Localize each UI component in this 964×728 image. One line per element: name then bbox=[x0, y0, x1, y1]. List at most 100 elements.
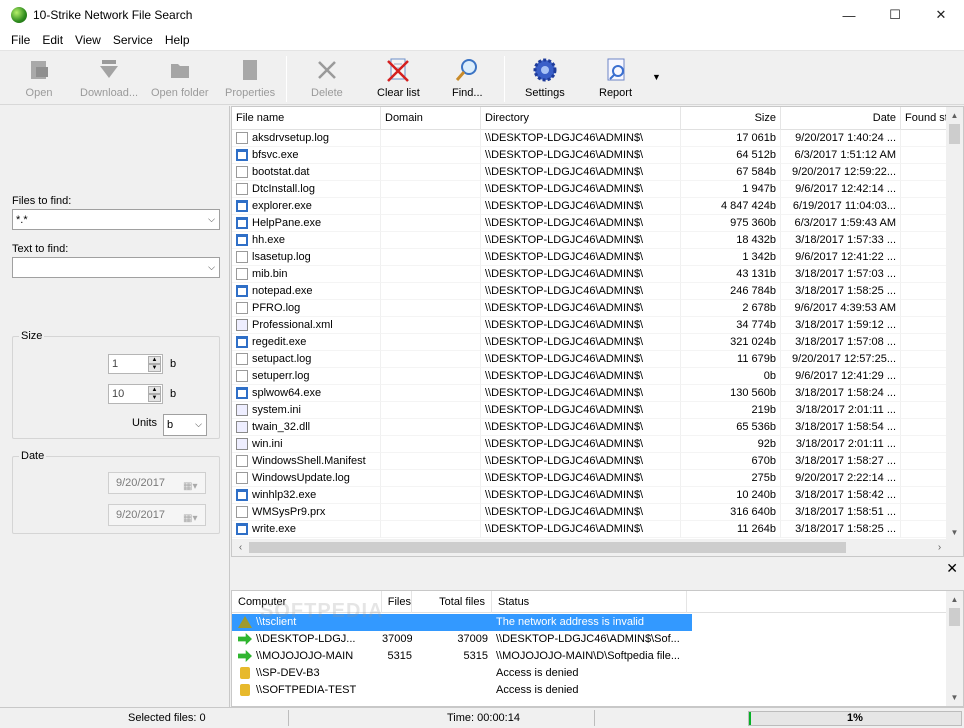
spin-down-icon[interactable]: ▼ bbox=[148, 364, 161, 372]
file-list-vertical-scrollbar[interactable]: ▲ ▼ bbox=[946, 107, 963, 541]
report-dropdown-arrow-icon[interactable]: ▼ bbox=[652, 72, 661, 82]
properties-button[interactable]: Properties bbox=[225, 56, 275, 102]
settings-button[interactable]: Settings bbox=[525, 56, 565, 102]
open-folder-button[interactable]: Open folder bbox=[151, 56, 208, 102]
table-row[interactable]: DtcInstall.log \\DESKTOP-LDGJC46\ADMIN$\ 1… bbox=[232, 181, 948, 198]
table-row[interactable]: PFRO.log \\DESKTOP-LDGJC46\ADMIN$\ 2 678b 9… bbox=[232, 300, 948, 317]
scroll-left-icon[interactable]: ‹ bbox=[232, 539, 249, 556]
menu-view[interactable]: View bbox=[69, 30, 107, 50]
table-row[interactable]: regedit.exe \\DESKTOP-LDGJC46\ADMIN$\ 321 … bbox=[232, 334, 948, 351]
computer-list-vertical-scrollbar[interactable]: ▲ ▼ bbox=[946, 591, 963, 706]
table-row[interactable]: write.exe \\DESKTOP-LDGJC46\ADMIN$\ 11 264… bbox=[232, 521, 948, 538]
column-files[interactable]: Files bbox=[382, 591, 412, 613]
list-item[interactable]: \\MOJOJOJO-MAIN 5315 5315 \\MOJOJOJO-MAIN\D… bbox=[232, 648, 692, 665]
spin-up-icon[interactable]: ▲ bbox=[148, 356, 161, 364]
file-list-horizontal-scrollbar[interactable]: ‹ › bbox=[232, 539, 948, 556]
table-row[interactable]: HelpPane.exe \\DESKTOP-LDGJC46\ADMIN$\ 975… bbox=[232, 215, 948, 232]
menu-bar: File Edit View Service Help bbox=[0, 30, 964, 51]
size-cell: 316 640b bbox=[681, 504, 781, 521]
table-row[interactable]: notepad.exe \\DESKTOP-LDGJC46\ADMIN$\ 246 … bbox=[232, 283, 948, 300]
scroll-up-icon[interactable]: ▲ bbox=[946, 107, 963, 124]
list-item[interactable]: \\SP-DEV-B3 Access is denied bbox=[232, 665, 692, 682]
domain-cell bbox=[381, 368, 481, 385]
minimize-button[interactable]: — bbox=[826, 0, 872, 30]
clear-list-button[interactable]: Clear list bbox=[377, 56, 420, 102]
table-row[interactable]: setuperr.log \\DESKTOP-LDGJC46\ADMIN$\ 0b 9… bbox=[232, 368, 948, 385]
spin-down-icon[interactable]: ▼ bbox=[148, 394, 161, 402]
table-row[interactable]: WindowsUpdate.log \\DESKTOP-LDGJC46\ADMIN… bbox=[232, 470, 948, 487]
menu-edit[interactable]: Edit bbox=[36, 30, 69, 50]
scroll-thumb[interactable] bbox=[249, 542, 846, 553]
column-status[interactable]: Status bbox=[492, 591, 687, 613]
directory-cell: \\DESKTOP-LDGJC46\ADMIN$\ bbox=[481, 487, 681, 504]
directory-cell: \\DESKTOP-LDGJC46\ADMIN$\ bbox=[481, 521, 681, 538]
found-string-cell bbox=[901, 385, 948, 402]
menu-file[interactable]: File bbox=[5, 30, 36, 50]
date-from-picker[interactable]: 9/20/2017 ▦▾ bbox=[108, 472, 206, 494]
table-row[interactable]: system.ini \\DESKTOP-LDGJC46\ADMIN$\ 219b 3… bbox=[232, 402, 948, 419]
domain-cell bbox=[381, 198, 481, 215]
scroll-thumb[interactable] bbox=[949, 124, 960, 144]
column-directory[interactable]: Directory bbox=[481, 107, 681, 130]
column-size[interactable]: Size bbox=[681, 107, 781, 130]
units-select[interactable]: b ⌵ bbox=[163, 414, 207, 436]
table-row[interactable]: mib.bin \\DESKTOP-LDGJC46\ADMIN$\ 43 131b 3… bbox=[232, 266, 948, 283]
window-title: 10-Strike Network File Search bbox=[33, 8, 193, 22]
table-row[interactable]: twain_32.dll \\DESKTOP-LDGJC46\ADMIN$\ 65 … bbox=[232, 419, 948, 436]
date-cell: 3/18/2017 1:58:24 ... bbox=[781, 385, 901, 402]
found-string-cell bbox=[901, 521, 948, 538]
date-cell: 9/20/2017 2:22:14 ... bbox=[781, 470, 901, 487]
table-row[interactable]: WindowsShell.Manifest \\DESKTOP-LDGJC46\A… bbox=[232, 453, 948, 470]
date-cell: 9/6/2017 12:41:29 ... bbox=[781, 368, 901, 385]
directory-cell: \\DESKTOP-LDGJC46\ADMIN$\ bbox=[481, 419, 681, 436]
gear-icon bbox=[531, 56, 559, 84]
date-to-picker[interactable]: 9/20/2017 ▦▾ bbox=[108, 504, 206, 526]
files-to-find-combo[interactable]: *.* ⌵ bbox=[12, 209, 220, 230]
size-max-spinner[interactable]: 10 ▲ ▼ bbox=[108, 384, 163, 404]
menu-service[interactable]: Service bbox=[107, 30, 159, 50]
delete-button[interactable]: Delete bbox=[311, 56, 343, 102]
found-string-cell bbox=[901, 453, 948, 470]
column-file-name[interactable]: File name bbox=[232, 107, 381, 130]
table-row[interactable]: splwow64.exe \\DESKTOP-LDGJC46\ADMIN$\ 130… bbox=[232, 385, 948, 402]
status-divider bbox=[288, 710, 289, 726]
file-name-cell: DtcInstall.log bbox=[232, 181, 381, 198]
size-min-spinner[interactable]: 1 ▲ ▼ bbox=[108, 354, 163, 374]
menu-help[interactable]: Help bbox=[159, 30, 196, 50]
table-row[interactable]: hh.exe \\DESKTOP-LDGJC46\ADMIN$\ 18 432b 3/… bbox=[232, 232, 948, 249]
list-item[interactable]: \\SOFTPEDIA-TEST Access is denied bbox=[232, 682, 692, 699]
table-row[interactable]: winhlp32.exe \\DESKTOP-LDGJC46\ADMIN$\ 10 … bbox=[232, 487, 948, 504]
maximize-button[interactable]: ☐ bbox=[872, 0, 918, 30]
download-icon bbox=[95, 56, 123, 84]
table-row[interactable]: win.ini \\DESKTOP-LDGJC46\ADMIN$\ 92b 3/18/… bbox=[232, 436, 948, 453]
file-name-cell: bfsvc.exe bbox=[232, 147, 381, 164]
table-row[interactable]: Professional.xml \\DESKTOP-LDGJC46\ADMIN$… bbox=[232, 317, 948, 334]
found-string-cell bbox=[901, 351, 948, 368]
find-button[interactable]: Find... bbox=[452, 56, 483, 102]
table-row[interactable]: lsasetup.log \\DESKTOP-LDGJC46\ADMIN$\ 1 3… bbox=[232, 249, 948, 266]
file-name-cell: explorer.exe bbox=[232, 198, 381, 215]
table-row[interactable]: setupact.log \\DESKTOP-LDGJC46\ADMIN$\ 11 … bbox=[232, 351, 948, 368]
spin-up-icon[interactable]: ▲ bbox=[148, 386, 161, 394]
scroll-up-icon[interactable]: ▲ bbox=[946, 591, 963, 608]
column-date[interactable]: Date bbox=[781, 107, 901, 130]
column-total-files[interactable]: Total files bbox=[412, 591, 492, 613]
table-row[interactable]: bfsvc.exe \\DESKTOP-LDGJC46\ADMIN$\ 64 512… bbox=[232, 147, 948, 164]
column-domain[interactable]: Domain bbox=[381, 107, 481, 130]
close-button[interactable]: ✕ bbox=[918, 0, 964, 30]
close-panel-icon[interactable]: ✕ bbox=[946, 560, 958, 577]
table-row[interactable]: aksdrvsetup.log \\DESKTOP-LDGJC46\ADMIN$\… bbox=[232, 130, 948, 147]
file-type-icon bbox=[236, 438, 248, 450]
list-item[interactable]: \\DESKTOP-LDGJ... 37009 37009 \\DESKTOP-LDG… bbox=[232, 631, 692, 648]
table-row[interactable]: WMSysPr9.prx \\DESKTOP-LDGJC46\ADMIN$\ 316… bbox=[232, 504, 948, 521]
table-row[interactable]: explorer.exe \\DESKTOP-LDGJC46\ADMIN$\ 4 8… bbox=[232, 198, 948, 215]
report-button[interactable]: Report bbox=[599, 56, 632, 102]
download-button[interactable]: Download... bbox=[80, 56, 138, 102]
open-button[interactable]: Open bbox=[25, 56, 53, 102]
scroll-down-icon[interactable]: ▼ bbox=[946, 689, 963, 706]
text-to-find-combo[interactable]: ⌵ bbox=[12, 257, 220, 278]
table-row[interactable]: bootstat.dat \\DESKTOP-LDGJC46\ADMIN$\ 67 … bbox=[232, 164, 948, 181]
units-label: Units bbox=[132, 417, 158, 429]
scroll-thumb[interactable] bbox=[949, 608, 960, 626]
app-logo-icon bbox=[11, 7, 27, 23]
